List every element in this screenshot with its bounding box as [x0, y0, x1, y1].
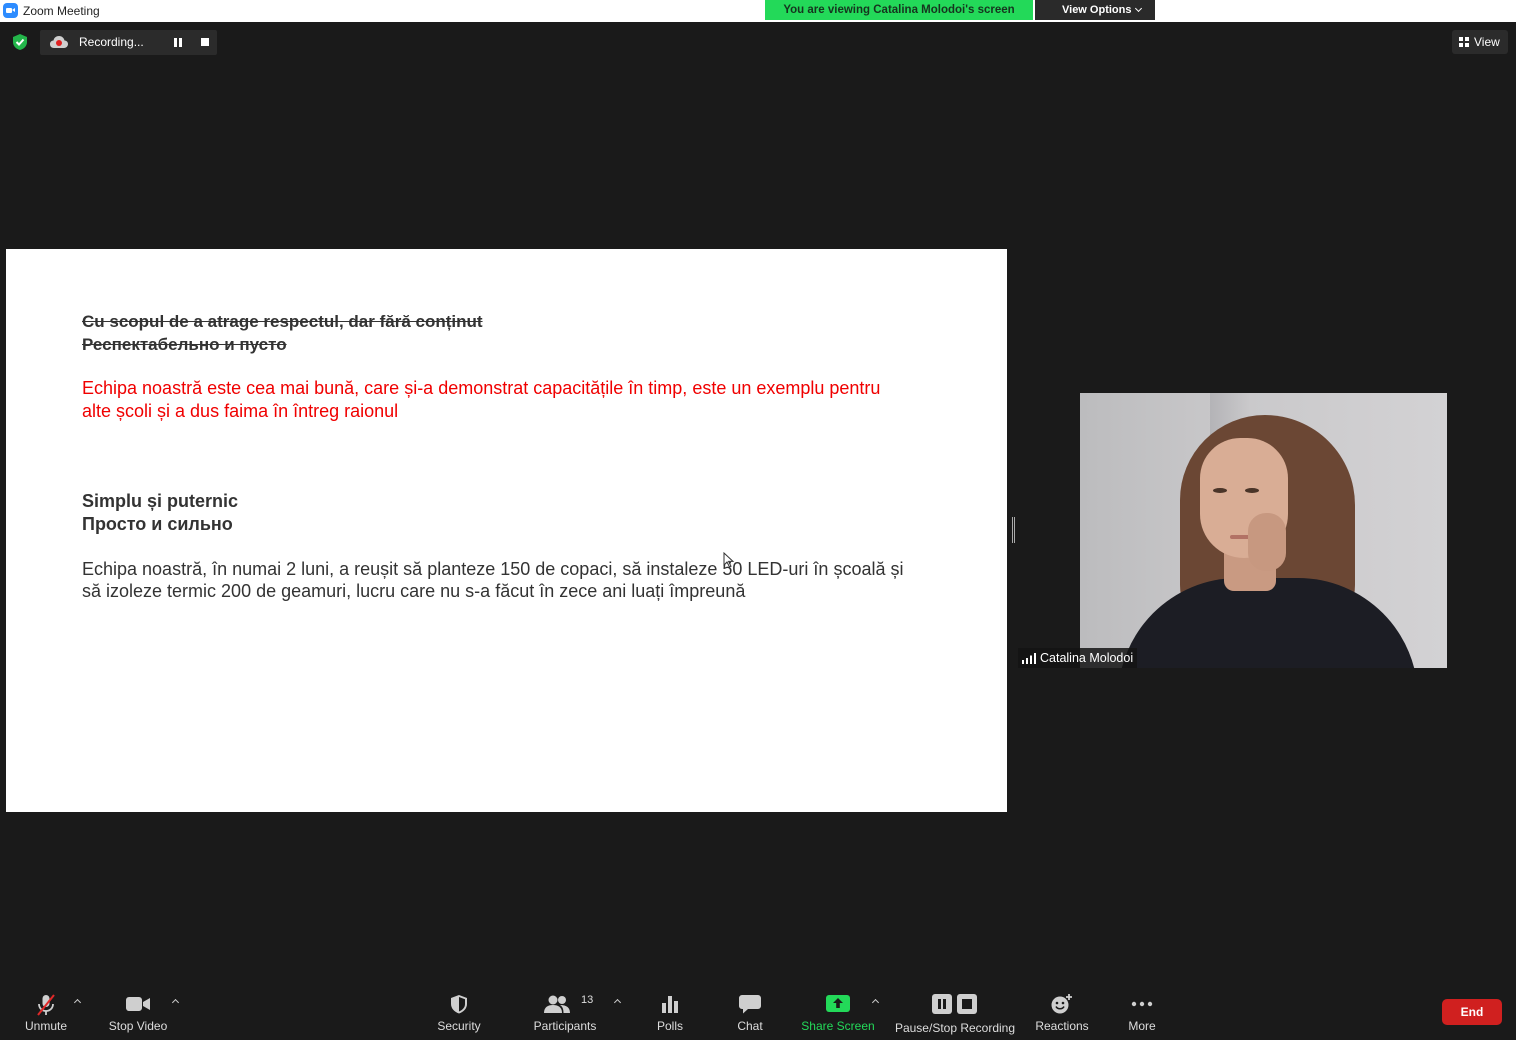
signal-strength-icon: [1022, 653, 1036, 664]
slide-red-line-1: Echipa noastră este cea mai bună, care ș…: [82, 378, 881, 398]
view-options-label: View Options: [1062, 4, 1132, 16]
mouse-cursor-icon: [723, 552, 735, 568]
audio-options-caret-icon[interactable]: [74, 998, 81, 1005]
video-eye-right: [1245, 488, 1259, 493]
security-label: Security: [437, 1019, 481, 1033]
reactions-smiley-icon: [1051, 994, 1072, 1014]
more-ellipsis-icon: [1131, 1001, 1153, 1007]
more-button[interactable]: More: [1117, 985, 1167, 1040]
pause-stop-recording-button[interactable]: Pause/Stop Recording: [892, 985, 1018, 1040]
share-screen-arrow-icon: [826, 995, 850, 1012]
video-body-shape: [1118, 578, 1418, 668]
participant-name: Catalina Molodoi: [1040, 651, 1134, 665]
chat-label: Chat: [737, 1019, 763, 1033]
grid-view-icon: [1459, 37, 1469, 47]
security-shield-icon: [451, 995, 467, 1014]
pause-stop-recording-label: Pause/Stop Recording: [894, 1021, 1016, 1035]
stop-video-label: Stop Video: [108, 1019, 168, 1033]
viewing-screen-banner: You are viewing Catalina Molodoi's scree…: [765, 0, 1033, 20]
pause-stop-recording-icon: [932, 994, 977, 1014]
view-label: View: [1474, 35, 1500, 49]
reactions-button[interactable]: Reactions: [1030, 985, 1094, 1040]
slide-bold-line-2: Просто и сильно: [82, 514, 233, 534]
chat-bubble-icon: [739, 995, 761, 1014]
slide-red-line-2: alte școli și a dus faima în întreg raio…: [82, 401, 399, 421]
window-title: Zoom Meeting: [23, 4, 100, 18]
recording-status: Recording...: [79, 35, 144, 49]
slide-body-line-2: să izoleze termic 200 de geamuri, lucru …: [82, 581, 746, 601]
video-eye-left: [1213, 488, 1227, 493]
video-camera-icon: [126, 997, 150, 1011]
participants-button[interactable]: 13 Participants: [530, 985, 600, 1040]
slide-strike-line-1: Cu scopul de a atrage respectul, dar făr…: [82, 312, 483, 331]
share-screen-button[interactable]: Share Screen: [800, 985, 876, 1040]
slide-bold-line-1: Simplu și puternic: [82, 491, 239, 511]
security-button[interactable]: Security: [428, 985, 490, 1040]
meeting-toolbar: Unmute Stop Video Security 13 Participan…: [0, 985, 1516, 1040]
microphone-muted-icon: [37, 994, 55, 1016]
polls-button[interactable]: Polls: [645, 985, 695, 1040]
recording-indicator: Recording...: [40, 30, 217, 55]
view-options-button[interactable]: View Options: [1035, 0, 1155, 20]
encryption-shield-icon[interactable]: [10, 32, 30, 52]
participants-icon: [544, 995, 570, 1013]
video-hand-shape: [1248, 513, 1286, 571]
video-options-caret-icon[interactable]: [172, 998, 179, 1005]
pause-recording-icon[interactable]: [174, 38, 183, 47]
participants-options-caret-icon[interactable]: [614, 998, 621, 1005]
stop-video-button[interactable]: Stop Video: [102, 985, 174, 1040]
more-label: More: [1128, 1019, 1156, 1033]
reactions-label: Reactions: [1035, 1019, 1089, 1033]
chevron-down-icon: [1135, 4, 1143, 13]
end-meeting-button[interactable]: End: [1442, 999, 1502, 1025]
participants-count-badge: 13: [581, 994, 594, 1006]
view-layout-button[interactable]: View: [1452, 30, 1508, 54]
participants-label: Participants: [533, 1019, 597, 1033]
participant-name-tag: Catalina Molodoi: [1018, 648, 1138, 668]
share-screen-label: Share Screen: [801, 1019, 875, 1033]
shared-screen-slide: Cu scopul de a atrage respectul, dar făr…: [6, 249, 1007, 812]
cloud-recording-icon: [50, 36, 68, 48]
title-bar: Zoom Meeting: [0, 0, 1516, 22]
polls-bar-chart-icon: [662, 996, 678, 1013]
unmute-button[interactable]: Unmute: [12, 985, 80, 1040]
stop-recording-icon[interactable]: [201, 38, 209, 46]
unmute-label: Unmute: [24, 1019, 68, 1033]
share-options-caret-icon[interactable]: [872, 998, 879, 1005]
slide-body-line-1: Echipa noastră, în numai 2 luni, a reuși…: [82, 559, 904, 579]
polls-label: Polls: [656, 1019, 683, 1033]
participant-video[interactable]: [1080, 393, 1447, 668]
zoom-app-icon: [3, 3, 18, 18]
panel-splitter-handle[interactable]: [1012, 517, 1015, 543]
slide-strike-line-2: Респектабельно и пусто: [82, 335, 287, 354]
chat-button[interactable]: Chat: [725, 985, 775, 1040]
